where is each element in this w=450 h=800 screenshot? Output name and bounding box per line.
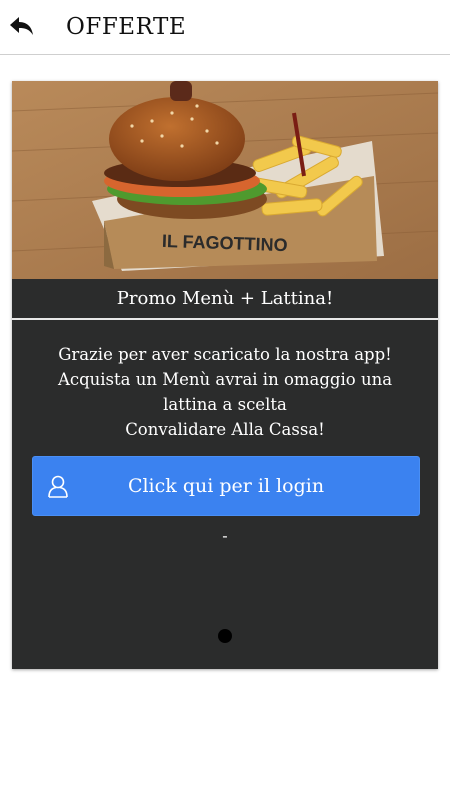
description-line: Grazie per aver scaricato la nostra app! — [58, 345, 392, 364]
promo-title: Promo Menù + Lattina! — [12, 279, 438, 320]
login-button[interactable]: Click qui per il login — [32, 456, 420, 516]
back-arrow-icon[interactable] — [8, 14, 36, 40]
description-line: Acquista un Menù avrai in omaggio una la… — [57, 370, 393, 414]
login-button-label: Click qui per il login — [127, 475, 325, 497]
app-header: OFFERTE — [0, 0, 450, 55]
offer-card[interactable]: IL FAGOTTINO Promo Menù + Lattina! Grazi… — [12, 81, 438, 669]
pagination-dot[interactable] — [218, 629, 232, 643]
description-line: Convalidare Alla Cassa! — [125, 420, 325, 439]
page-title: OFFERTE — [66, 14, 187, 40]
offer-image: IL FAGOTTINO — [12, 81, 438, 279]
offer-description: Grazie per aver scaricato la nostra app!… — [32, 342, 418, 442]
offer-body: Grazie per aver scaricato la nostra app!… — [12, 322, 438, 669]
separator-text: - — [222, 526, 228, 545]
